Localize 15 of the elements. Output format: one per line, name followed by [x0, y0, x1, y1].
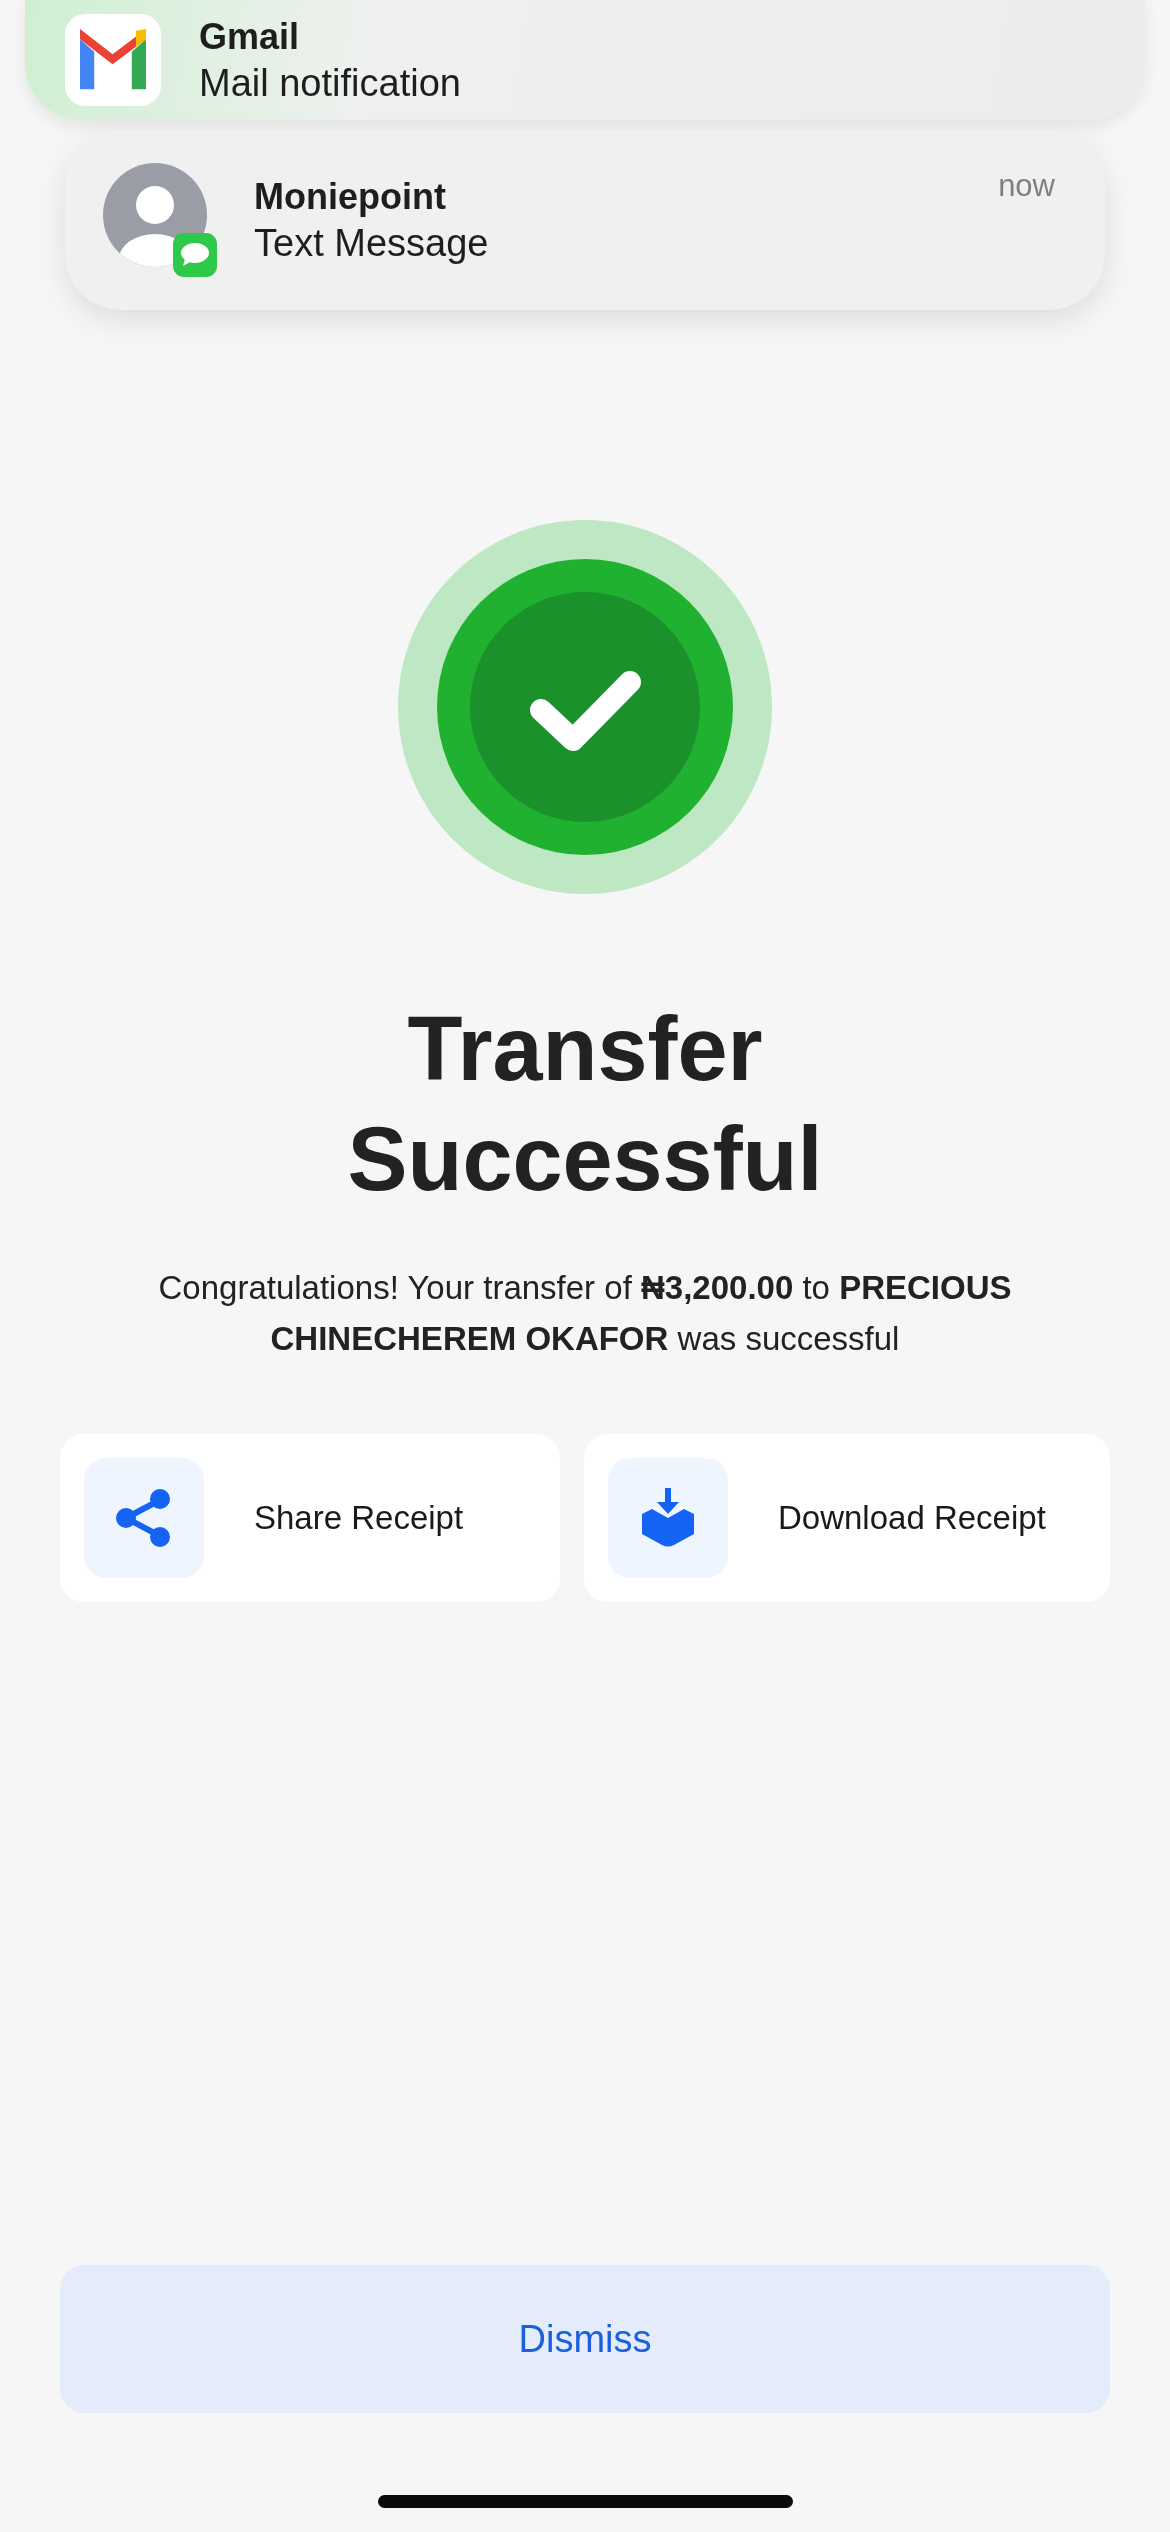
- notification-title: Gmail: [199, 15, 301, 58]
- dismiss-button[interactable]: Dismiss: [60, 2265, 1110, 2413]
- status-message: Congratulations! Your transfer of ₦3,200.00 to PRECIOUS CHINECHEREM OKAFOR was successful: [157, 1268, 1013, 1359]
- notification-card[interactable]: Gmail Mail notification: [25, 0, 1145, 120]
- notification-time: now: [998, 168, 1055, 204]
- notification-title: Moniepoint: [254, 175, 447, 218]
- success-check-icon: [398, 520, 772, 894]
- receipt-button[interactable]: Share Receipt: [60, 1434, 560, 1602]
- avatar-icon: [103, 162, 218, 278]
- notification-card[interactable]: Moniepoint Text Message now: [65, 130, 1105, 310]
- receipt-button[interactable]: Download Receipt: [584, 1434, 1110, 1602]
- status-title: Transfer Successful: [346, 998, 824, 1211]
- notification-text: Text Message: [254, 221, 489, 265]
- mail-app-icon: [65, 14, 161, 106]
- notification-text: Mail notification: [199, 61, 461, 105]
